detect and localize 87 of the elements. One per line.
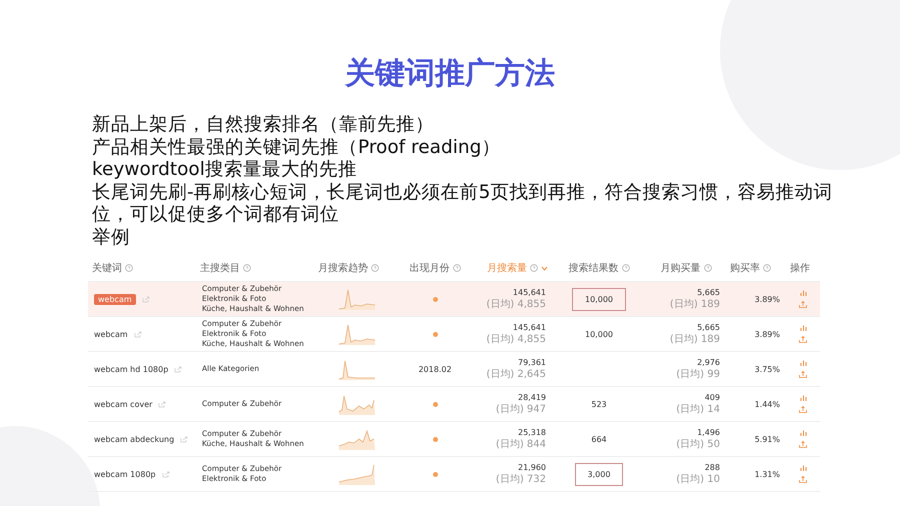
month-text: 2018.02 [418, 364, 452, 374]
daily-volume-text: (日均) 4,855 [486, 334, 546, 346]
tray-arrow-icon[interactable] [799, 406, 807, 413]
bullet-text: 产品相关性最强的关键词先推（Proof reading） [92, 136, 502, 159]
daily-purchases-text: (日均) 50 [676, 438, 720, 450]
volume-text: 25,318 [518, 428, 546, 438]
bar-chart-icon[interactable] [800, 290, 806, 296]
daily-purchases-text: (日均) 10 [676, 474, 720, 486]
external-link-icon[interactable] [134, 330, 142, 338]
column-header: 月搜索趋势 [318, 262, 368, 275]
column-header: 关键词 [92, 262, 122, 275]
help-icon[interactable] [243, 264, 251, 272]
external-link-icon[interactable] [174, 366, 182, 372]
daily-volume-text: (日均) 844 [496, 438, 546, 450]
purchases-text: 288 [704, 462, 720, 472]
help-icon[interactable] [452, 264, 460, 272]
purchases-text: 1,496 [697, 428, 720, 438]
purchases-text: 409 [704, 392, 720, 402]
help-icon[interactable] [763, 264, 771, 272]
help-icon[interactable] [530, 264, 538, 272]
purchase-rate-text: 3.89% [754, 294, 780, 304]
purchase-rate-text: 3.89% [754, 330, 780, 338]
results-count-highlight: 3,000 [574, 462, 624, 486]
bullet-text: 新品上架后，自然搜索排名（靠前先推） [92, 114, 435, 136]
tray-arrow-icon[interactable] [799, 476, 807, 483]
daily-purchases-text: (日均) 99 [676, 368, 720, 380]
purchases-text: 5,665 [697, 288, 720, 298]
column-header: 月购买量 [660, 262, 700, 275]
bar-chart-icon[interactable] [800, 395, 806, 401]
bar-chart-icon[interactable] [800, 325, 806, 331]
external-link-icon[interactable] [162, 470, 170, 478]
sparkline-chart [337, 322, 377, 346]
daily-purchases-text: (日均) 189 [670, 298, 720, 310]
slide-title: 关键词推广方法 [344, 55, 556, 93]
bar-chart-icon[interactable] [800, 465, 806, 471]
external-link-icon[interactable] [158, 400, 166, 408]
column-header: 出现月份 [410, 262, 450, 275]
volume-text: 145,641 [512, 288, 546, 298]
tray-arrow-icon[interactable] [799, 301, 807, 308]
sparkline-chart [337, 462, 377, 486]
bar-chart-icon[interactable] [800, 360, 806, 366]
volume-text: 79,361 [518, 358, 546, 368]
daily-volume-text: (日均) 2,645 [486, 368, 546, 380]
daily-volume-text: (日均) 947 [496, 404, 546, 416]
bar-chart-icon[interactable] [800, 430, 806, 436]
column-header[interactable]: 月搜索量 [487, 261, 527, 275]
keyword-text: webcam 1080p [94, 470, 156, 478]
purchase-rate-text: 5.91% [754, 434, 780, 444]
bullet-text: 举例 [92, 226, 131, 249]
purchase-rate-text: 1.44% [754, 400, 780, 408]
help-icon[interactable] [622, 264, 630, 272]
results-count-text: 523 [591, 400, 607, 408]
help-icon[interactable] [704, 264, 712, 272]
help-icon[interactable] [371, 264, 379, 272]
keyword-text: webcam cover [94, 400, 152, 408]
column-header: 搜索结果数 [568, 262, 618, 275]
column-header: 购买率 [730, 262, 760, 275]
results-count-text: 664 [591, 434, 607, 444]
keyword-text: webcam abdeckung [94, 434, 174, 444]
tray-arrow-icon[interactable] [799, 336, 807, 343]
volume-text: 28,419 [518, 392, 546, 402]
purchases-text: 5,665 [697, 322, 720, 332]
caret-icon[interactable] [541, 266, 548, 270]
column-header: 操作 [790, 262, 810, 275]
bullet-text: 长尾词先刷-再刷核心短词，长尾词也必须在前5页找到再推，符合搜索习惯，容易推动词位，可以促使多个词都有词位 [92, 182, 834, 226]
help-icon[interactable] [125, 264, 133, 272]
daily-purchases-text: (日均) 14 [676, 404, 720, 416]
volume-text: 145,641 [512, 322, 546, 332]
tray-arrow-icon[interactable] [799, 371, 807, 378]
results-count-highlight: 10,000 [572, 288, 626, 310]
daily-volume-text: (日均) 4,855 [486, 298, 546, 310]
external-link-icon[interactable] [142, 296, 150, 302]
tray-arrow-icon[interactable] [799, 441, 807, 448]
external-link-icon[interactable] [180, 436, 188, 442]
purchases-text: 2,976 [697, 358, 720, 368]
purchase-rate-text: 3.75% [754, 364, 780, 374]
bullet-text: keywordtool搜索量最大的先推 [92, 159, 358, 182]
daily-purchases-text: (日均) 189 [670, 334, 720, 346]
daily-volume-text: (日均) 732 [496, 474, 546, 486]
sparkline-chart [337, 287, 377, 311]
results-count-text: 10,000 [585, 330, 613, 338]
volume-text: 21,960 [518, 462, 546, 472]
keyword-text: webcam hd 1080p [94, 364, 168, 374]
keyword-tag: webcam [94, 294, 136, 304]
column-header: 主搜类目 [200, 262, 240, 275]
keyword-text: webcam [94, 330, 128, 338]
purchase-rate-text: 1.31% [754, 470, 780, 478]
